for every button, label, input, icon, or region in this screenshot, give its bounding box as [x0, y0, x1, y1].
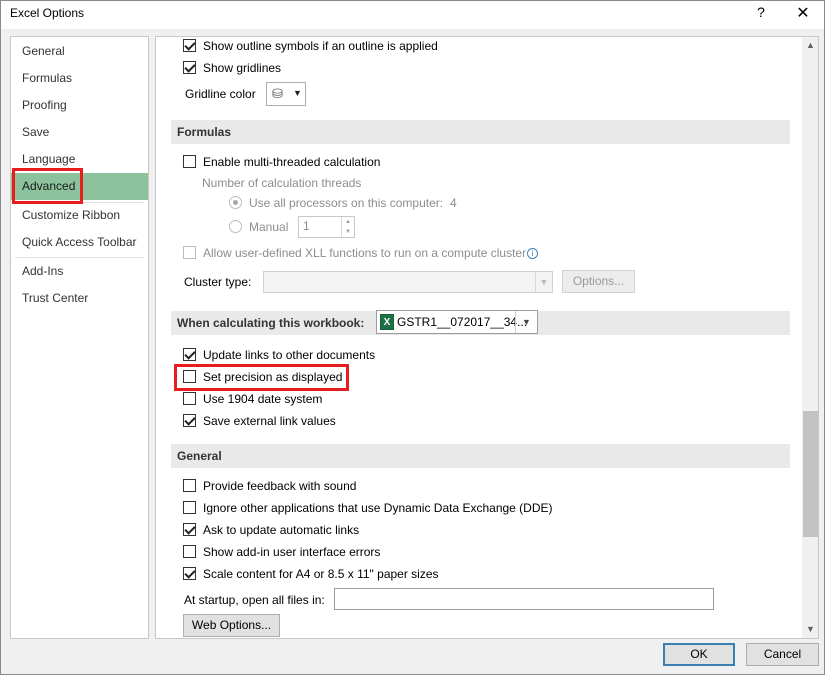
xll-label: Allow user-defined XLL functions to run …	[203, 244, 539, 262]
gridline-color-picker[interactable]: ⛁ ▼	[266, 82, 306, 106]
sidebar-item-general[interactable]: General	[11, 39, 148, 63]
cluster-type-label: Cluster type:	[184, 275, 252, 289]
cluster-options-button[interactable]: Options...	[562, 270, 635, 293]
update-auto-links-label: Ask to update automatic links	[203, 523, 360, 537]
outline-symbols-label: Show outline symbols if an outline is ap…	[203, 39, 438, 53]
multithread-checkbox[interactable]	[183, 155, 196, 168]
precision-highlight-box	[174, 364, 349, 391]
sidebar-divider	[15, 257, 144, 258]
sidebar-item-customize-ribbon[interactable]: Customize Ribbon	[11, 203, 148, 227]
gridlines-label: Show gridlines	[203, 61, 282, 75]
feedback-sound-label: Provide feedback with sound	[203, 479, 357, 493]
excel-options-dialog: Excel Options ? ✕ General Formulas Proof…	[0, 0, 825, 675]
all-processors-label: Use all processors on this computer:	[249, 196, 444, 210]
gridline-color-label: Gridline color	[185, 87, 256, 101]
section-general-header: General	[171, 444, 790, 468]
chevron-down-icon: ▼	[535, 272, 552, 292]
startup-folder-label: At startup, open all files in:	[184, 593, 325, 607]
scroll-up-icon[interactable]: ▲	[802, 37, 818, 54]
info-icon: i	[527, 248, 539, 259]
options-sidebar: General Formulas Proofing Save Language …	[10, 36, 149, 639]
scale-content-label: Scale content for A4 or 8.5 x 11" paper …	[203, 567, 439, 581]
gridlines-checkbox[interactable]	[183, 61, 196, 74]
update-links-label: Update links to other documents	[203, 348, 376, 362]
section-formulas-header: Formulas	[171, 120, 790, 144]
chevron-down-icon: ▼	[515, 311, 537, 333]
outline-symbols-checkbox[interactable]	[183, 39, 196, 52]
web-options-button[interactable]: Web Options...	[183, 614, 280, 637]
content-scrollbar[interactable]: ▲ ▼	[802, 37, 818, 638]
dialog-title: Excel Options	[10, 6, 85, 20]
workbook-dropdown[interactable]: X GSTR1__072017__34... ▼	[376, 310, 538, 334]
scrollbar-thumb[interactable]	[803, 411, 818, 537]
sidebar-item-quick-access-toolbar[interactable]: Quick Access Toolbar	[11, 230, 148, 254]
update-links-checkbox[interactable]	[183, 348, 196, 361]
xll-label-text: Allow user-defined XLL functions to run …	[203, 246, 527, 260]
spinner-arrows-icon[interactable]: ▲ ▼	[341, 217, 354, 237]
chevron-down-icon: ▼	[293, 88, 302, 98]
threads-label: Number of calculation threads	[202, 176, 362, 190]
external-links-label: Save external link values	[203, 414, 336, 428]
date1904-label: Use 1904 date system	[203, 392, 323, 406]
all-processors-radio[interactable]	[229, 196, 242, 209]
advanced-options-panel: Show outline symbols if an outline is ap…	[155, 36, 819, 639]
excel-file-icon: X	[380, 314, 394, 330]
addin-errors-checkbox[interactable]	[183, 545, 196, 558]
sidebar-item-trust-center[interactable]: Trust Center	[11, 286, 148, 310]
paint-bucket-icon: ⛁	[272, 86, 283, 101]
scale-content-checkbox[interactable]	[183, 567, 196, 580]
cancel-button[interactable]: Cancel	[746, 643, 819, 666]
ignore-dde-checkbox[interactable]	[183, 501, 196, 514]
manual-radio[interactable]	[229, 220, 242, 233]
workbook-name: GSTR1__072017__34...	[397, 315, 528, 329]
update-auto-links-checkbox[interactable]	[183, 523, 196, 536]
cluster-type-dropdown[interactable]: ▼	[263, 271, 553, 293]
processor-count: 4	[450, 196, 457, 210]
feedback-sound-checkbox[interactable]	[183, 479, 196, 492]
xll-checkbox[interactable]	[183, 246, 196, 259]
ok-button[interactable]: OK	[663, 643, 735, 666]
ignore-dde-label: Ignore other applications that use Dynam…	[203, 501, 553, 515]
manual-label: Manual	[249, 220, 289, 234]
external-links-checkbox[interactable]	[183, 414, 196, 427]
title-bar: Excel Options ? ✕	[1, 1, 824, 29]
date1904-checkbox[interactable]	[183, 392, 196, 405]
advanced-highlight-box	[12, 168, 83, 204]
startup-folder-input[interactable]	[334, 588, 714, 610]
sidebar-item-formulas[interactable]: Formulas	[11, 66, 148, 90]
close-icon[interactable]: ✕	[791, 3, 815, 25]
help-icon[interactable]: ?	[751, 4, 771, 24]
addin-errors-label: Show add-in user interface errors	[203, 545, 381, 559]
sidebar-item-save[interactable]: Save	[11, 120, 148, 144]
manual-threads-value: 1	[303, 219, 310, 233]
manual-threads-spinner[interactable]: 1 ▲ ▼	[298, 216, 355, 238]
sidebar-item-proofing[interactable]: Proofing	[11, 93, 148, 117]
multithread-label: Enable multi-threaded calculation	[203, 155, 381, 169]
sidebar-item-add-ins[interactable]: Add-Ins	[11, 259, 148, 283]
scroll-down-icon[interactable]: ▼	[802, 621, 818, 638]
